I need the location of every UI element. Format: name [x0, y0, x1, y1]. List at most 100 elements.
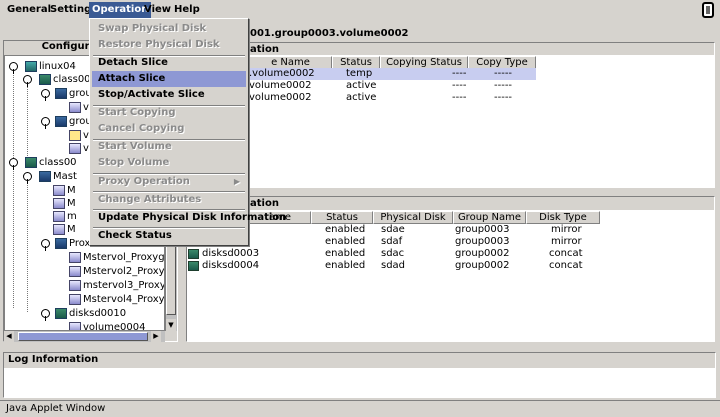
- disk-name-cell: disksd0003: [202, 248, 260, 259]
- disk-group-cell: group0002: [455, 260, 510, 271]
- expand-toggle-icon[interactable]: [23, 75, 32, 87]
- object-path-label: 001.group0003.volume0002: [250, 28, 409, 39]
- slice-copytype-cell: -----: [494, 80, 513, 91]
- menubar: General Settings Operation View Help: [0, 0, 720, 20]
- disk-icon: [188, 249, 199, 259]
- disk-pdisk-cell: sdaf: [381, 236, 403, 247]
- tree-node-volume[interactable]: Mstervol4_Proxygrp: [69, 293, 164, 306]
- volume-icon: [53, 184, 65, 196]
- disk-panel-title: ation: [250, 198, 279, 209]
- tree-node-group[interactable]: grou: [55, 115, 92, 128]
- tree-node-group[interactable]: grou: [55, 87, 92, 100]
- log-area: [4, 368, 715, 397]
- tree-node-volume[interactable]: v: [69, 142, 89, 155]
- disk-table: [187, 210, 714, 342]
- slice-name-cell: .volume0002: [249, 68, 315, 79]
- expand-toggle-icon[interactable]: [41, 117, 50, 129]
- volume-icon: [69, 142, 81, 154]
- host-icon: [25, 60, 37, 72]
- slice-status-cell: active: [346, 80, 377, 91]
- disk-type-cell: mirror: [551, 236, 582, 247]
- tree-node-volume[interactable]: M: [53, 197, 76, 210]
- volume-icon: [69, 101, 81, 113]
- menu-item-check-status[interactable]: Check Status: [92, 228, 246, 244]
- menu-item-update-physical-disk-information[interactable]: Update Physical Disk Information: [92, 210, 286, 226]
- menu-item-start-copying[interactable]: Start Copying: [92, 105, 246, 121]
- class-icon: [25, 156, 37, 168]
- column-header-group-name[interactable]: Group Name: [453, 211, 526, 224]
- scroll-right-arrow-icon[interactable]: ▶: [151, 331, 161, 342]
- tree-node-group[interactable]: Prox: [55, 237, 90, 250]
- menu-item-swap-physical-disk[interactable]: Swap Physical Disk: [92, 21, 246, 37]
- tree-node-volume[interactable]: M: [53, 223, 76, 236]
- menu-item-restore-physical-disk[interactable]: Restore Physical Disk: [92, 37, 246, 53]
- tree-node-volume[interactable]: v: [69, 129, 89, 142]
- volume-icon: [53, 210, 65, 222]
- expand-toggle-icon[interactable]: [41, 309, 50, 321]
- disk-status-cell: enabled: [325, 236, 366, 247]
- disk-pdisk-cell: sdac: [381, 248, 405, 259]
- trash-icon[interactable]: [702, 2, 714, 18]
- tree-node-volume[interactable]: mstervol3_Proxygrp: [69, 279, 164, 292]
- tree-node-group[interactable]: Mast: [39, 170, 77, 183]
- log-panel-title: Log Information: [8, 354, 99, 365]
- slice-status-cell: active: [346, 92, 377, 103]
- tree-node-volume[interactable]: v: [69, 101, 89, 114]
- submenu-arrow-icon: ▶: [233, 177, 240, 186]
- slice-copytype-cell: -----: [494, 92, 513, 103]
- expand-toggle-icon[interactable]: [41, 89, 50, 101]
- tree-node-volume[interactable]: m: [53, 210, 77, 223]
- menu-item-stop-activate-slice[interactable]: Stop/Activate Slice: [92, 87, 246, 103]
- disk-group-cell: group0003: [455, 224, 510, 235]
- menu-item-attach-slice[interactable]: Attach Slice: [92, 71, 246, 87]
- slice-copying-cell: ----: [452, 92, 467, 103]
- expand-toggle-icon[interactable]: [9, 62, 18, 74]
- slice-name-cell: volume0002: [249, 92, 312, 103]
- column-header-status[interactable]: Status: [311, 211, 373, 224]
- volume-icon: [69, 321, 81, 330]
- volume-icon: [69, 251, 81, 263]
- menu-item-cancel-copying[interactable]: Cancel Copying: [92, 121, 246, 137]
- slice-name-cell: volume0002: [249, 80, 312, 91]
- expand-toggle-icon[interactable]: [23, 172, 32, 184]
- expand-toggle-icon[interactable]: [9, 158, 18, 170]
- disk-group-cell: group0003: [455, 236, 510, 247]
- volume-icon: [69, 293, 81, 305]
- disk-pdisk-cell: sdae: [381, 224, 405, 235]
- column-header-physical-disk[interactable]: Physical Disk: [373, 211, 453, 224]
- menu-item-detach-slice[interactable]: Detach Slice: [92, 55, 246, 71]
- disk-name-cell: disksd0004: [202, 260, 260, 271]
- group-icon: [39, 170, 51, 182]
- menu-item-stop-volume[interactable]: Stop Volume: [92, 155, 246, 171]
- disk-type-cell: mirror: [551, 224, 582, 235]
- tree-hscroll-thumb[interactable]: [18, 332, 148, 341]
- slice-status-cell: temp: [346, 68, 373, 79]
- tree-node-class[interactable]: class00: [39, 73, 91, 86]
- tree-node-class[interactable]: class00: [25, 156, 77, 169]
- menu-item-change-attributes[interactable]: Change Attributes: [92, 192, 246, 208]
- tree-node-class[interactable]: disksd0010: [55, 307, 126, 320]
- disk-status-cell: enabled: [325, 248, 366, 259]
- volume-icon: [53, 197, 65, 209]
- menu-item-proxy-operation[interactable]: Proxy Operation ▶: [92, 174, 246, 190]
- tree-node-volume[interactable]: Mstervol_Proxygrp: [69, 251, 164, 264]
- group-icon: [55, 87, 67, 99]
- volume-icon: [69, 279, 81, 291]
- slice-copying-cell: ----: [452, 68, 467, 79]
- column-header-disk-type[interactable]: Disk Type: [526, 211, 600, 224]
- class-icon: [39, 73, 51, 85]
- menu-item-start-volume[interactable]: Start Volume: [92, 139, 246, 155]
- disk-icon: [188, 261, 199, 271]
- scroll-left-arrow-icon[interactable]: ◀: [4, 331, 14, 342]
- menu-view[interactable]: View: [141, 2, 174, 18]
- disk-pdisk-cell: sdad: [381, 260, 406, 271]
- tree-node-host[interactable]: linux04: [25, 60, 76, 73]
- expand-toggle-icon[interactable]: [41, 239, 50, 251]
- scroll-down-arrow-icon[interactable]: ▼: [166, 319, 176, 331]
- group-icon: [55, 115, 67, 127]
- tree-node-volume[interactable]: M: [53, 184, 76, 197]
- disk-status-cell: enabled: [325, 260, 366, 271]
- tree-node-volume[interactable]: Mstervol2_Proxygrp: [69, 265, 164, 278]
- tree-node-volume[interactable]: volume0004: [69, 321, 146, 330]
- menu-help[interactable]: Help: [171, 2, 203, 18]
